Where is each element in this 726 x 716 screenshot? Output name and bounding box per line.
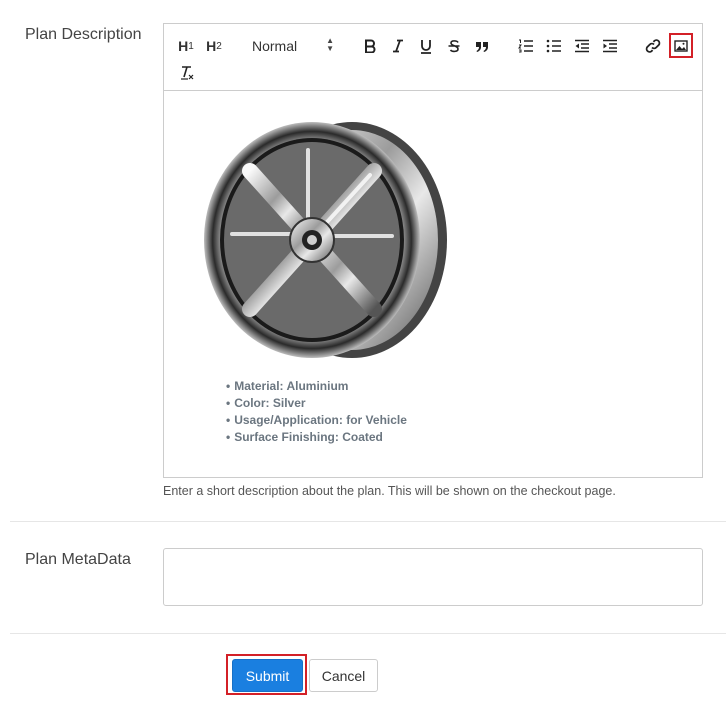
strikethrough-icon: [448, 40, 460, 53]
bold-icon: [365, 39, 376, 53]
heading-1-label: H: [178, 38, 189, 54]
bullet-list-icon: [546, 39, 561, 53]
image-button[interactable]: [671, 34, 691, 58]
wheel-image: [204, 122, 447, 358]
section-divider: [10, 521, 726, 522]
heading-1-sub: 1: [188, 40, 194, 52]
font-size-select[interactable]: Normal ▲ ▼: [250, 34, 338, 58]
font-size-value: Normal: [252, 38, 298, 54]
image-icon: [674, 40, 688, 52]
editor-content[interactable]: Material: Aluminium Color: Silver Usage/…: [164, 92, 702, 477]
link-button[interactable]: [642, 34, 664, 58]
list-item: Usage/Application: for Vehicle: [226, 412, 407, 429]
rich-text-editor: H1 H2 Normal ▲ ▼ • Material: Aluminium •…: [163, 23, 703, 478]
list-item: Color: Silver: [226, 395, 407, 412]
list-item: Material: Aluminium: [226, 378, 407, 395]
plan-description-label: Plan Description: [25, 26, 142, 43]
underline-icon: [421, 39, 431, 54]
heading-2-button[interactable]: H2: [204, 34, 224, 58]
underline-button[interactable]: [416, 34, 436, 58]
bullet-list-button[interactable]: [544, 34, 564, 58]
section-divider: [10, 633, 726, 634]
heading-1-button[interactable]: H1: [176, 34, 196, 58]
ordered-list-button[interactable]: [516, 34, 536, 58]
select-arrows-icon: ▲ ▼: [326, 36, 334, 53]
strike-button[interactable]: [444, 34, 464, 58]
clear-format-icon: [181, 66, 194, 80]
indent-icon: [603, 39, 617, 53]
description-help-text: Enter a short description about the plan…: [163, 484, 616, 498]
link-icon: [645, 39, 661, 53]
plan-metadata-input[interactable]: [163, 548, 703, 606]
submit-button[interactable]: Submit: [232, 659, 303, 692]
list-item: Surface Finishing: Coated: [226, 429, 407, 446]
cancel-button[interactable]: Cancel: [309, 659, 378, 692]
spec-list: Material: Aluminium Color: Silver Usage/…: [226, 378, 407, 446]
heading-2-label: H: [206, 38, 217, 54]
heading-2-sub: 2: [216, 40, 222, 52]
blockquote-button[interactable]: [472, 34, 492, 58]
italic-icon: [393, 39, 403, 53]
clear-format-button[interactable]: [178, 61, 196, 85]
bold-button[interactable]: [360, 34, 380, 58]
plan-metadata-label: Plan MetaData: [25, 551, 131, 568]
outdent-icon: [575, 39, 589, 53]
italic-button[interactable]: [388, 34, 408, 58]
editor-toolbar: H1 H2 Normal ▲ ▼: [164, 24, 702, 91]
indent-button[interactable]: [600, 34, 620, 58]
outdent-button[interactable]: [572, 34, 592, 58]
quote-icon: [476, 42, 488, 52]
ordered-list-icon: [518, 39, 533, 53]
